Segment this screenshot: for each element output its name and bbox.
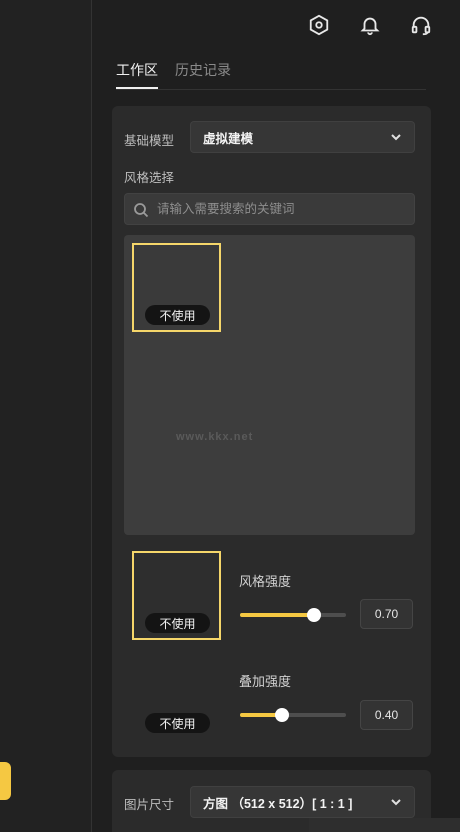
- tab-workspace[interactable]: 工作区: [116, 60, 158, 89]
- search-icon: [133, 202, 149, 218]
- base-model-select[interactable]: 虚拟建模: [190, 121, 415, 153]
- bell-icon[interactable]: [357, 12, 383, 38]
- chevron-down-icon: [390, 131, 402, 143]
- bottom-bar: [309, 818, 460, 832]
- overlay-strength-slider[interactable]: [240, 708, 346, 722]
- top-toolbar: [306, 12, 434, 38]
- style-strength-value[interactable]: 0.70: [360, 599, 413, 629]
- image-size-select[interactable]: 方图 （512 x 512）[ 1 : 1 ]: [190, 786, 415, 818]
- style-strength-label: 风格强度: [239, 574, 292, 589]
- chevron-down-icon: [390, 796, 402, 808]
- image-size-label: 图片尺寸: [124, 798, 175, 812]
- style-strength-fill: [240, 613, 315, 617]
- tab-history[interactable]: 历史记录: [175, 60, 231, 87]
- base-model-value: 虚拟建模: [203, 131, 254, 146]
- style-search-input[interactable]: [157, 202, 414, 216]
- overlay-strength-value[interactable]: 0.40: [360, 700, 413, 730]
- overlay-tile-caption[interactable]: 不使用: [145, 713, 210, 733]
- headset-icon[interactable]: [408, 12, 434, 38]
- image-size-value: 方图 （512 x 512）[ 1 : 1 ]: [203, 796, 353, 811]
- style-search-box: [124, 193, 415, 225]
- panel-tabs: 工作区 历史记录: [116, 60, 426, 90]
- left-collapse-handle[interactable]: [0, 762, 11, 800]
- settings-hex-icon[interactable]: [306, 12, 332, 38]
- style-strength-slider[interactable]: [240, 608, 346, 622]
- left-panel: [0, 0, 91, 832]
- watermark: www.kkx.net: [176, 431, 254, 443]
- overlay-strength-label: 叠加强度: [239, 674, 292, 689]
- strength-style-tile-caption: 不使用: [145, 613, 210, 633]
- base-model-label: 基础模型: [124, 134, 175, 148]
- style-tile-none-caption: 不使用: [145, 305, 210, 325]
- style-select-label: 风格选择: [124, 171, 175, 185]
